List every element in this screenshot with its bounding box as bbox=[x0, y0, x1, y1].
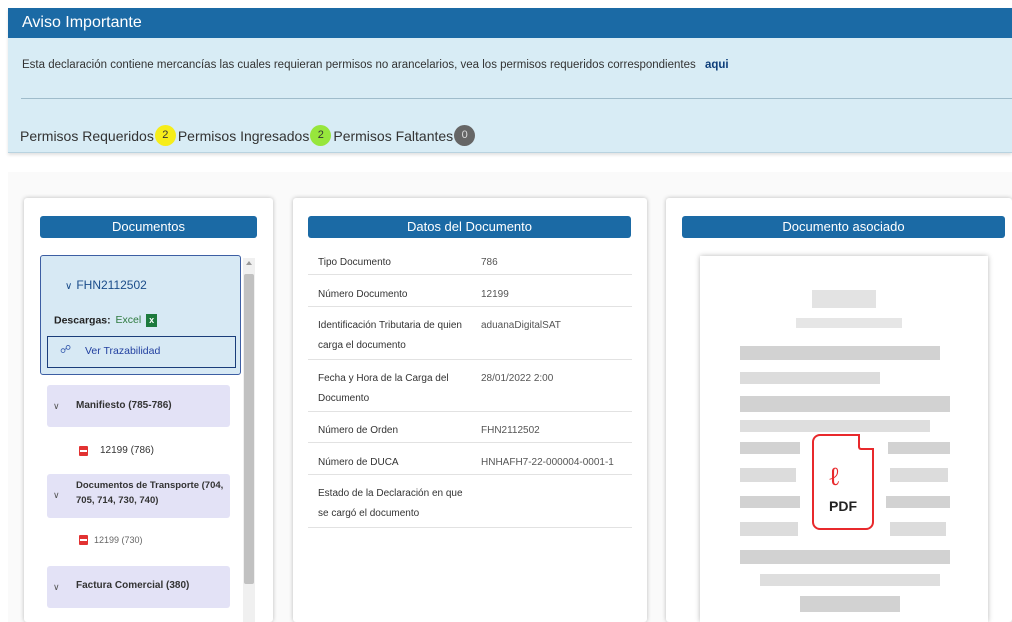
downloads-row: Descargas: Excel x bbox=[54, 314, 158, 327]
fingerprint-icon: ☍ bbox=[60, 344, 72, 356]
data-row: Número Documento 12199 bbox=[308, 285, 632, 307]
document-item[interactable]: 12199 (786) bbox=[79, 445, 154, 456]
data-row-value: 28/01/2022 2:00 bbox=[481, 373, 554, 384]
excel-download-link[interactable]: Excel bbox=[116, 314, 142, 326]
data-row-label: Identificación Tributaria de quien carga… bbox=[318, 320, 462, 351]
pdf-file-icon bbox=[79, 445, 88, 456]
data-row-value: 12199 bbox=[481, 289, 509, 300]
excel-icon[interactable]: x bbox=[146, 314, 158, 327]
data-row-label: Número Documento bbox=[318, 289, 408, 300]
documents-scrollbar[interactable] bbox=[243, 258, 255, 622]
group-transporte-label: Documentos de Transporte (704, 705, 714,… bbox=[76, 480, 224, 507]
group-factura-label: Factura Comercial (380) bbox=[76, 580, 190, 591]
document-preview[interactable]: ℓ PDF bbox=[700, 256, 988, 622]
notice-message: Esta declaración contiene mercancías las… bbox=[22, 59, 729, 71]
notice-divider bbox=[21, 98, 1012, 99]
downloads-label: Descargas: bbox=[54, 314, 111, 327]
data-row-label: Tipo Documento bbox=[318, 257, 391, 268]
view-traceability-label: Ver Trazabilidad bbox=[85, 345, 161, 357]
data-row-value: aduanaDigitalSAT bbox=[481, 320, 561, 331]
associated-document-title: Documento asociado bbox=[682, 216, 1005, 238]
data-row-value: HNHAFH7-22-000004-0001-1 bbox=[481, 457, 614, 468]
pdf-file-icon: ℓ PDF bbox=[812, 434, 874, 530]
scroll-thumb[interactable] bbox=[244, 274, 254, 584]
group-factura[interactable]: ∨ Factura Comercial (380) bbox=[47, 566, 230, 608]
scroll-up-arrow-icon[interactable] bbox=[246, 261, 252, 265]
permits-missing-badge: 0 bbox=[454, 125, 476, 146]
document-item[interactable]: 12199 (730) bbox=[79, 535, 143, 545]
document-root-label: FHN2112502 bbox=[76, 278, 147, 292]
chevron-down-icon: ∨ bbox=[65, 281, 73, 292]
permits-required-badge: 2 bbox=[154, 125, 176, 146]
permits-required-label: Permisos Requeridos bbox=[20, 127, 154, 144]
notice-message-text: Esta declaración contiene mercancías las… bbox=[22, 59, 696, 71]
data-row: Número de DUCA HNHAFH7-22-000004-0001-1 bbox=[308, 453, 632, 475]
data-row: Estado de la Declaración en que se cargó… bbox=[308, 484, 632, 528]
data-row: Identificación Tributaria de quien carga… bbox=[308, 316, 632, 360]
permits-entered-badge: 2 bbox=[310, 125, 332, 146]
acrobat-icon: ℓ bbox=[828, 462, 841, 492]
group-transporte[interactable]: ∨ Documentos de Transporte (704, 705, 71… bbox=[47, 474, 230, 518]
permits-link[interactable]: aqui bbox=[705, 59, 729, 71]
data-row-label: Número de Orden bbox=[318, 425, 399, 436]
pdf-fold bbox=[858, 434, 874, 450]
data-row-value: FHN2112502 bbox=[481, 425, 540, 436]
data-row: Tipo Documento 786 bbox=[308, 253, 632, 275]
important-notice: Aviso Importante Esta declaración contie… bbox=[8, 8, 1012, 153]
data-row-label: Fecha y Hora de la Carga del Documento bbox=[318, 373, 449, 404]
chevron-down-icon: ∨ bbox=[53, 401, 60, 411]
permits-missing-label: Permisos Faltantes bbox=[333, 127, 454, 144]
group-manifiesto-label: Manifiesto (785-786) bbox=[76, 400, 172, 411]
permits-entered-label: Permisos Ingresados bbox=[177, 127, 310, 144]
document-root-node[interactable]: ∨ FHN2112502 Descargas: Excel x ☍ Ver Tra… bbox=[40, 255, 241, 375]
data-row: Fecha y Hora de la Carga del Documento 2… bbox=[308, 369, 632, 412]
data-row-value: 786 bbox=[481, 257, 498, 268]
pdf-icon-label: PDF bbox=[829, 498, 857, 514]
document-item-label: 12199 (730) bbox=[94, 535, 143, 545]
documents-title: Documentos bbox=[40, 216, 257, 238]
document-data-title: Datos del Documento bbox=[308, 216, 631, 238]
notice-title: Aviso Importante bbox=[8, 8, 1012, 38]
group-manifiesto[interactable]: ∨ Manifiesto (785-786) bbox=[47, 385, 230, 427]
view-traceability-button[interactable]: ☍ Ver Trazabilidad bbox=[47, 336, 236, 368]
document-item-label: 12199 (786) bbox=[100, 445, 154, 456]
pdf-file-icon bbox=[79, 535, 88, 545]
data-row-label: Número de DUCA bbox=[318, 457, 399, 468]
document-root-header[interactable]: ∨ FHN2112502 bbox=[65, 278, 147, 292]
permits-summary: Permisos Requeridos 2 Permisos Ingresado… bbox=[20, 125, 477, 146]
data-row-label: Estado de la Declaración en que se cargó… bbox=[318, 488, 463, 519]
chevron-down-icon: ∨ bbox=[53, 582, 60, 592]
chevron-down-icon: ∨ bbox=[53, 490, 60, 500]
data-row: Número de Orden FHN2112502 bbox=[308, 421, 632, 443]
